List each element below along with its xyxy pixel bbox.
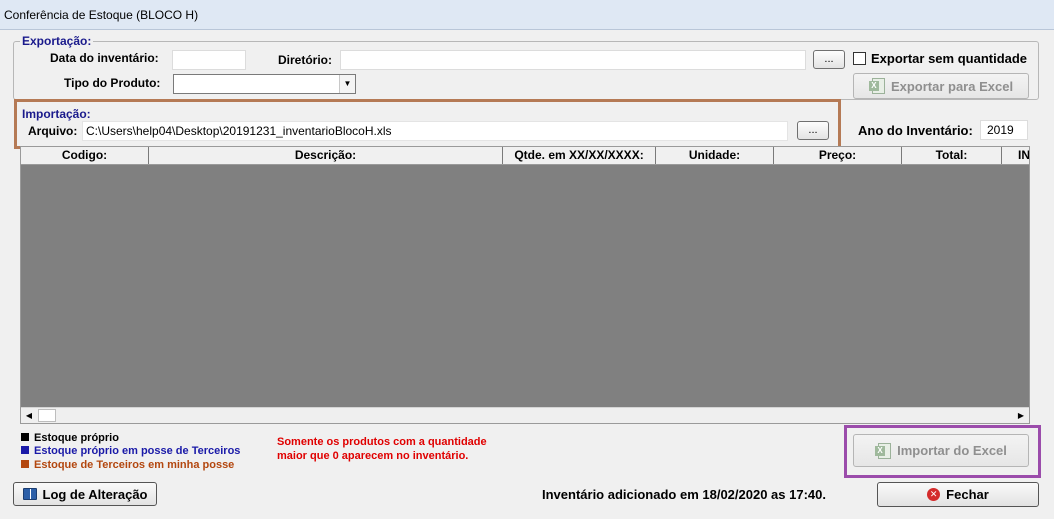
log-alteracao-label: Log de Alteração	[42, 486, 148, 502]
book-icon	[22, 488, 37, 500]
legend-estoque-terceiros-minha-posse-label: Estoque de Terceiros em minha posse	[34, 459, 235, 471]
horizontal-scrollbar[interactable]: ◀ ▶	[21, 407, 1029, 423]
importar-excel-button[interactable]: X Importar do Excel	[853, 434, 1029, 467]
close-icon: ✕	[927, 488, 941, 501]
scroll-right-icon[interactable]: ▶	[1013, 408, 1029, 423]
column-header-codigo[interactable]: Codigo:	[21, 147, 149, 164]
excel-icon: X	[875, 442, 892, 459]
data-inventario-input[interactable]	[172, 50, 246, 70]
inventario-grid[interactable]: Codigo: Descrição: Qtde. em XX/XX/XXXX: …	[20, 146, 1030, 424]
exportacao-legend: Exportação:	[20, 34, 94, 48]
tipo-produto-select[interactable]: ▼	[173, 74, 356, 94]
column-header-quantidade[interactable]: Qtde. em XX/XX/XXXX:	[503, 147, 656, 164]
legend-estoque-terceiros-minha-posse: Estoque de Terceiros em minha posse	[21, 458, 234, 472]
legend-estoque-terceiros-posse-label: Estoque próprio em posse de Terceiros	[34, 445, 241, 457]
log-alteracao-button[interactable]: Log de Alteração	[13, 482, 157, 506]
importar-excel-label: Importar do Excel	[897, 443, 1007, 458]
column-header-preco[interactable]: Preço:	[774, 147, 902, 164]
arquivo-label: Arquivo:	[28, 124, 78, 138]
grid-header: Codigo: Descrição: Qtde. em XX/XX/XXXX: …	[21, 147, 1029, 165]
scroll-left-icon[interactable]: ◀	[21, 408, 37, 423]
tipo-produto-label: Tipo do Produto:	[64, 76, 161, 90]
window-titlebar: Conferência de Estoque (BLOCO H)	[0, 0, 1054, 30]
arquivo-input[interactable]: C:\Users\help04\Desktop\20191231_inventa…	[82, 121, 788, 141]
exportar-sem-quantidade-checkbox[interactable]	[853, 52, 866, 65]
diretorio-browse-button[interactable]: ...	[813, 50, 845, 69]
column-header-total[interactable]: Total:	[902, 147, 1002, 164]
ano-inventario-label: Ano do Inventário:	[858, 123, 973, 138]
exportar-excel-label: Exportar para Excel	[890, 78, 1014, 94]
legend-estoque-proprio-label: Estoque próprio	[34, 432, 119, 444]
column-header-unidade[interactable]: Unidade:	[656, 147, 774, 164]
column-header-descricao[interactable]: Descrição:	[149, 147, 503, 164]
note-line-1: Somente os produtos com a quantidade	[277, 436, 487, 448]
data-inventario-label: Data do inventário:	[50, 51, 159, 65]
scroll-thumb[interactable]	[38, 409, 56, 422]
chevron-down-icon[interactable]: ▼	[339, 75, 355, 93]
fechar-button[interactable]: ✕ Fechar	[877, 482, 1039, 507]
legend-square-icon	[21, 433, 29, 441]
legend-square-icon	[21, 460, 29, 468]
status-text: Inventário adicionado em 18/02/2020 as 1…	[542, 487, 826, 502]
note-line-2: maior que 0 aparecem no inventário.	[277, 450, 469, 462]
ano-inventario-input[interactable]: 2019	[980, 120, 1028, 140]
legend-square-icon	[21, 446, 29, 454]
diretorio-label: Diretório:	[278, 53, 332, 67]
exportar-excel-button[interactable]: X Exportar para Excel	[853, 73, 1029, 99]
window-title: Conferência de Estoque (BLOCO H)	[4, 8, 199, 22]
column-header-in[interactable]: IN	[1002, 147, 1029, 164]
importacao-legend: Importação:	[20, 107, 93, 121]
legend-estoque-proprio: Estoque próprio	[21, 431, 119, 445]
excel-icon: X	[868, 78, 885, 94]
legend-estoque-terceiros-posse: Estoque próprio em posse de Terceiros	[21, 444, 240, 458]
arquivo-browse-button[interactable]: ...	[797, 121, 829, 140]
exportar-sem-quantidade-label[interactable]: Exportar sem quantidade	[871, 52, 1027, 66]
fechar-label: Fechar	[946, 487, 989, 502]
diretorio-input[interactable]	[340, 50, 806, 70]
